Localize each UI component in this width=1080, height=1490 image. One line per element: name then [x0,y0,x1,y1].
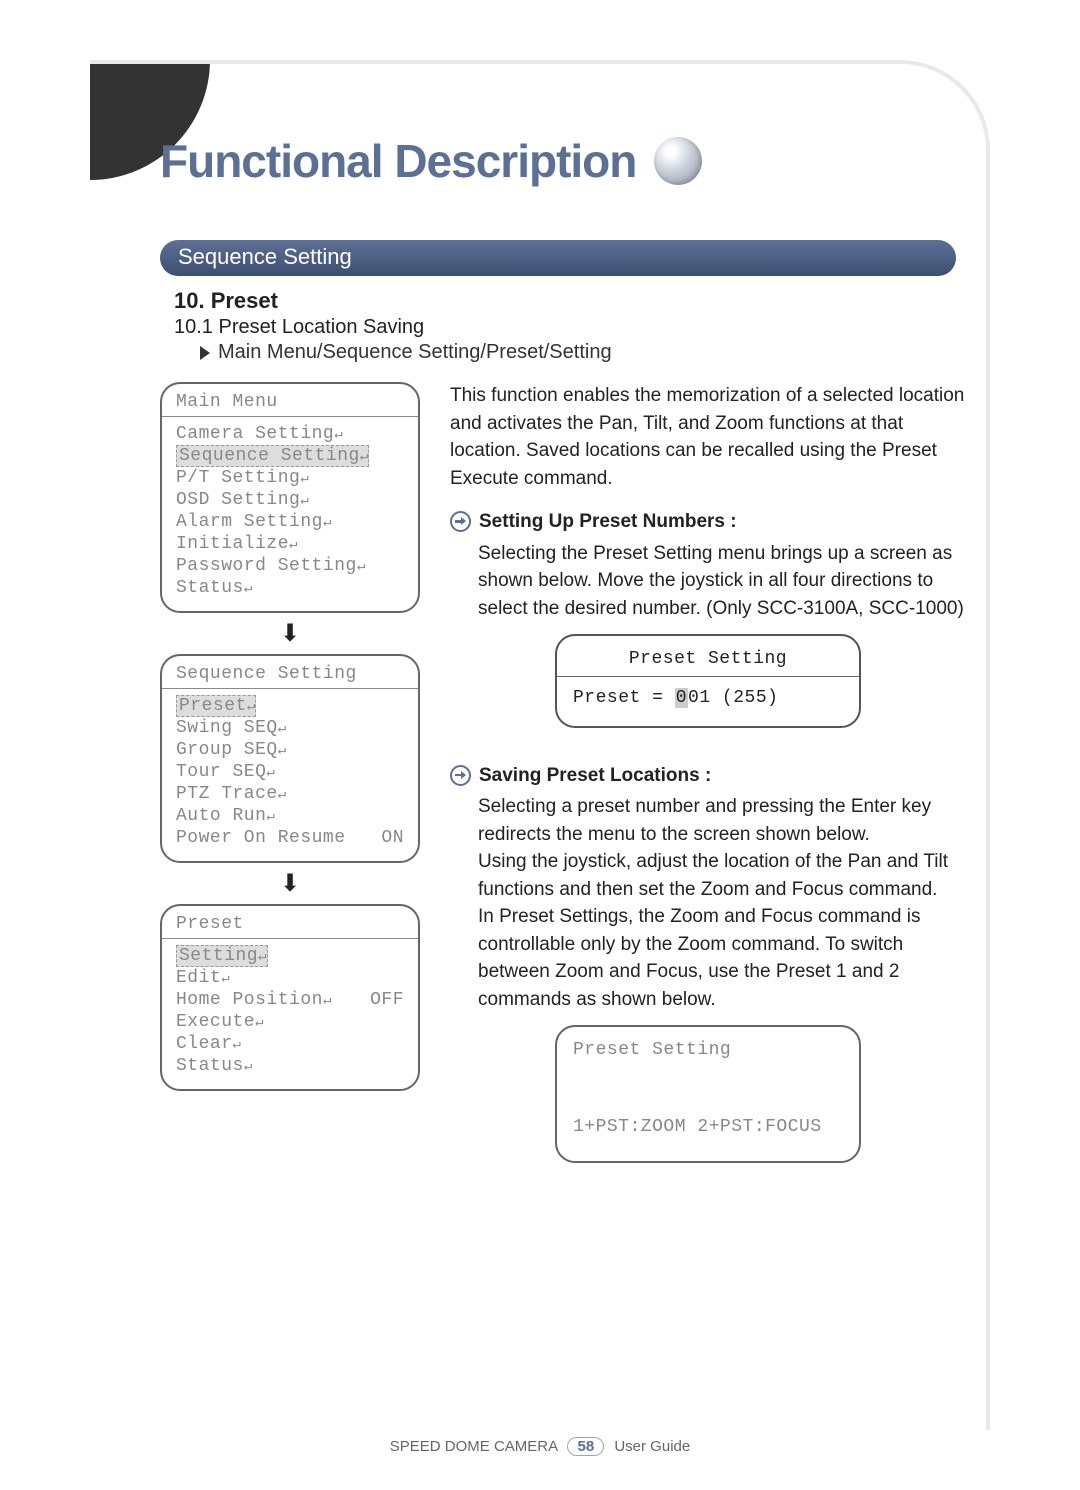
menu-item: P/T Setting↵ [176,467,404,489]
menu-item: Initialize↵ [176,533,404,555]
osd-preset-setting-2: Preset Setting 1+PST:ZOOM 2+PST:FOCUS [555,1025,861,1163]
arrow-bullet-icon [450,765,471,786]
orb-icon [654,137,702,185]
menu-item: Clear↵ [176,1033,404,1055]
heading-10: 10. Preset [174,288,966,314]
down-arrow-icon: ⬇ [160,619,420,648]
enter-icon: ↵ [266,765,272,781]
menu-item: Power On ResumeON [176,827,404,849]
enter-icon: ↵ [289,537,295,553]
columns: Main Menu Camera Setting↵ Sequence Setti… [160,382,966,1163]
menu-item: Status↵ [176,577,404,599]
enter-icon: ↵ [360,449,366,465]
section-band: Sequence Setting [160,240,956,276]
divider [162,688,418,689]
footer-left: SPEED DOME CAMERA [390,1438,558,1455]
title-row: Functional Description [160,134,966,188]
triangle-icon [200,346,210,360]
osd-title: Sequence Setting [176,664,404,684]
osd-preset: Preset Setting↵ Edit↵ Home Position↵OFF … [160,904,420,1091]
enter-icon: ↵ [357,559,363,575]
divider [162,938,418,939]
enter-icon: ↵ [233,1037,239,1053]
osd-title: Preset [176,914,404,934]
footer-right: User Guide [614,1438,690,1455]
breadcrumb: Main Menu/Sequence Setting/Preset/Settin… [200,341,966,364]
bullet2-title: Saving Preset Locations : [479,762,711,790]
enter-icon: ↵ [244,581,250,597]
arrow-bullet-icon [450,511,471,532]
intro-text: This function enables the memorization o… [450,382,966,492]
menu-item: Execute↵ [176,1011,404,1033]
menu-item: Home Position↵OFF [176,989,404,1011]
menu-item: Status↵ [176,1055,404,1077]
bullet-1: Setting Up Preset Numbers : [450,508,966,536]
menu-item: Tour SEQ↵ [176,761,404,783]
menu-item: Alarm Setting↵ [176,511,404,533]
menu-item: PTZ Trace↵ [176,783,404,805]
enter-icon: ↵ [247,699,253,715]
menu-item: Swing SEQ↵ [176,717,404,739]
enter-icon: ↵ [278,743,284,759]
enter-icon: ↵ [255,1015,261,1031]
osd-line: Preset = 001 (255) [573,685,843,711]
down-arrow-icon: ⬇ [160,869,420,898]
heading-10-1: 10.1 Preset Location Saving [174,316,966,339]
bullet1-text: Selecting the Preset Setting menu brings… [478,540,966,623]
enter-icon: ↵ [300,493,306,509]
osd-preset-setting-1: Preset Setting Preset = 001 (255) [555,634,861,727]
osd-title: Preset Setting [573,1037,843,1063]
section-band-wrap: Sequence Setting [160,240,966,276]
menu-item: Setting↵ [176,945,404,967]
menu-item: Auto Run↵ [176,805,404,827]
page-title: Functional Description [160,134,636,188]
enter-icon: ↵ [221,971,227,987]
left-column: Main Menu Camera Setting↵ Sequence Setti… [160,382,420,1163]
bullet-2: Saving Preset Locations : [450,762,966,790]
enter-icon: ↵ [323,515,329,531]
enter-icon: ↵ [266,809,272,825]
menu-item: Sequence Setting↵ [176,445,404,467]
enter-icon: ↵ [323,993,329,1009]
divider [162,416,418,417]
enter-icon: ↵ [258,949,264,965]
osd-title: Main Menu [176,392,404,412]
enter-icon: ↵ [244,1059,250,1075]
bullet2-text: Selecting a preset number and pressing t… [478,793,966,1013]
bullet1-title: Setting Up Preset Numbers : [479,508,737,536]
menu-item: Group SEQ↵ [176,739,404,761]
page-number: 58 [567,1437,604,1456]
right-column: This function enables the memorization o… [450,382,966,1163]
menu-item: Password Setting↵ [176,555,404,577]
osd-title: Preset Setting [573,646,843,672]
menu-item: Preset↵ [176,695,404,717]
menu-item: Edit↵ [176,967,404,989]
footer: SPEED DOME CAMERA 58 User Guide [0,1437,1080,1456]
divider [557,676,859,677]
menu-item: Camera Setting↵ [176,423,404,445]
page-content: Functional Description Sequence Setting … [90,60,990,1430]
osd-main-menu: Main Menu Camera Setting↵ Sequence Setti… [160,382,420,613]
enter-icon: ↵ [278,787,284,803]
osd-sequence-setting: Sequence Setting Preset↵ Swing SEQ↵ Grou… [160,654,420,863]
enter-icon: ↵ [334,427,340,443]
osd-line: 1+PST:ZOOM 2+PST:FOCUS [573,1114,843,1140]
breadcrumb-text: Main Menu/Sequence Setting/Preset/Settin… [218,341,612,364]
menu-item: OSD Setting↵ [176,489,404,511]
enter-icon: ↵ [300,471,306,487]
enter-icon: ↵ [278,721,284,737]
